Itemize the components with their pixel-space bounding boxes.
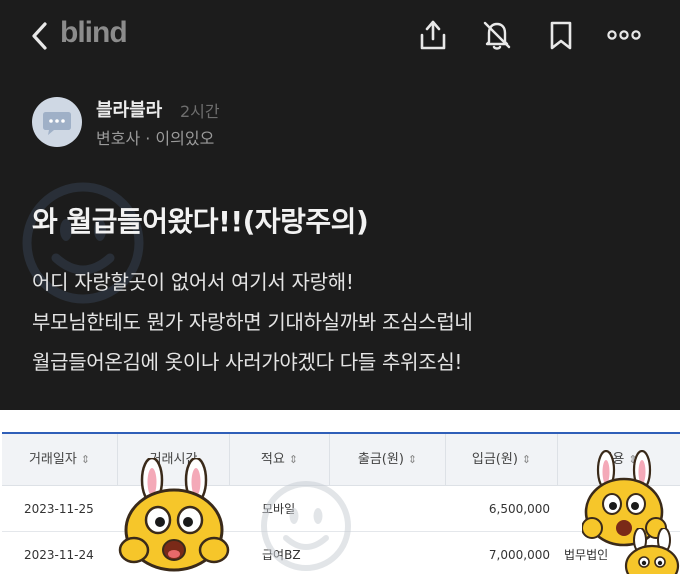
post-title: 와 월급들어왔다!!(자랑주의) [32,205,369,238]
col-date: 거래일자 ⇕ [2,434,118,486]
avatar[interactable] [32,97,82,147]
top-bar: blind [0,0,680,72]
cell-deposit: 7,000,000 [488,548,550,562]
post-view: blind 블라블라 2시간 변호사 · 이의있오 와 월급들어왔다!!(자랑주… [0,0,680,410]
sort-icon: ⇕ [407,453,418,466]
bell-off-icon[interactable] [480,18,514,52]
col-deposit: 입금(원) ⇕ [446,434,558,486]
sort-icon: ⇕ [288,453,299,466]
post-time: 2시간 [180,102,220,121]
post-body-line-3: 월급들어온김에 옷이나 사러가야겠다 다들 추위조심! [32,350,463,374]
bookmark-icon[interactable] [544,18,578,52]
post-body-line-1: 어디 자랑할곳이 없어서 여기서 자랑해! [32,270,354,294]
more-icon[interactable] [606,18,642,52]
author-name[interactable]: 블라블라 [96,96,162,122]
bunny-sticker-image [118,458,230,572]
share-icon[interactable] [416,18,450,52]
cell-date: 2023-11-24 [24,548,94,562]
sort-icon: ⇕ [80,453,91,466]
smiley-watermark-icon [261,481,351,571]
back-icon[interactable] [28,18,52,54]
author-meta: 변호사 · 이의있오 [96,129,215,148]
cell-deposit: 6,500,000 [488,502,550,516]
chat-bubble-icon [43,112,71,135]
cell-date: 2023-11-25 [24,502,94,516]
bunny-sticker-image [624,528,680,574]
post-body-line-2: 부모님한테도 뭔가 자랑하면 기대하실까봐 조심스럽네 [32,310,473,334]
sort-icon: ⇕ [521,453,532,466]
app-logo: blind [60,16,128,49]
